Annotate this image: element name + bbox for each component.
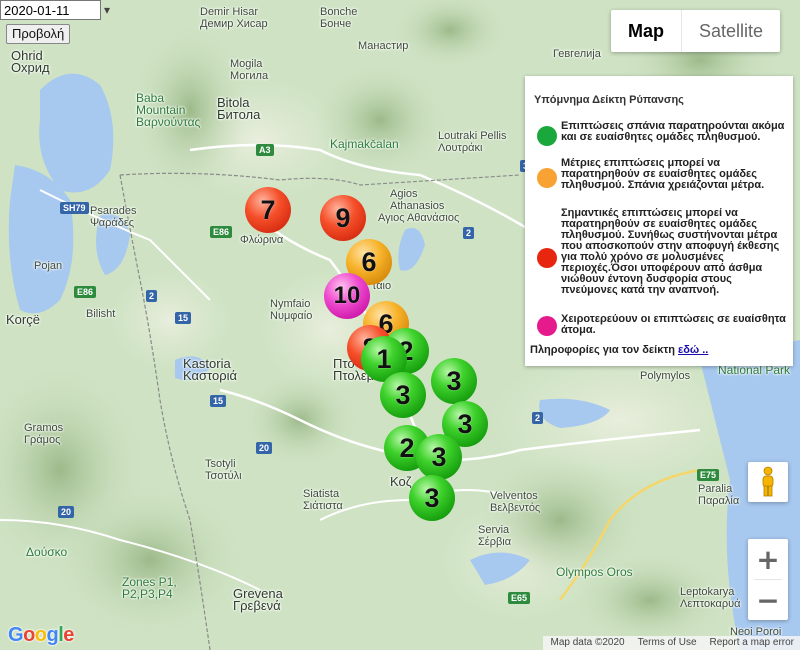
place-kozani: Κοζ — [390, 474, 412, 489]
place-bilisht: Bilisht — [86, 308, 116, 320]
map-type-control: Map Satellite — [611, 10, 781, 52]
place-olympos: Olympos Oros — [556, 565, 633, 579]
zoom-out-button[interactable]: − — [748, 580, 788, 620]
legend-info-text: Πληροφορίες για τον δείκτη — [530, 344, 675, 356]
calendar-dropdown-icon[interactable]: ▾ — [104, 3, 120, 18]
station-marker[interactable]: 10 — [324, 273, 370, 319]
place-dousko: Δούσκο — [26, 545, 68, 559]
road-shield-2: 2 — [146, 290, 158, 302]
place-kajmakcalan: Kajmakčalan — [330, 137, 399, 151]
legend-info: Πληροφορίες για τον δείκτη εδώ .. — [530, 344, 708, 356]
place-polymylos: Polymylos — [640, 370, 691, 382]
station-marker[interactable]: 3 — [409, 475, 455, 521]
map-type-satellite-button[interactable]: Satellite — [682, 10, 780, 52]
place-demir-hisar: Demir Hisar Демир Хисар — [200, 6, 268, 30]
date-input[interactable] — [0, 0, 101, 20]
zoom-in-button[interactable]: + — [748, 539, 788, 579]
station-marker[interactable]: 7 — [245, 187, 291, 233]
place-florina: Φλώρινα — [240, 234, 284, 246]
legend-color-dot — [537, 248, 557, 268]
road-shield-e86: E86 — [210, 226, 233, 238]
road-shield-15: 15 — [175, 312, 192, 324]
place-servia: Servia Σέρβια — [478, 524, 512, 548]
place-pojan: Pojan — [34, 260, 63, 272]
place-korce: Korçë — [6, 312, 40, 327]
legend-color-dot — [537, 316, 557, 336]
place-kastoria: Kastoria Καστοριά — [183, 356, 238, 383]
place-grevena: Grevena Γρεβενά — [233, 586, 283, 613]
road-shield-20b: 20 — [256, 442, 273, 454]
place-velventos: Velventos Βελβεντός — [490, 490, 541, 514]
legend-item-text: Σημαντικές επιπτώσεις μπορεί να παρατηρη… — [561, 207, 780, 296]
place-gevgelija: Гевгелија — [553, 48, 601, 60]
view-button[interactable]: Προβολή — [6, 24, 71, 44]
road-shield-15b: 15 — [210, 395, 227, 407]
pollution-legend: Υπόμνημα Δείκτη Ρύπανσης Επιπτώσεις σπάν… — [525, 76, 793, 366]
place-loutraki: Loutraki Pellis Λουτράκι — [438, 130, 507, 154]
station-marker[interactable]: 3 — [431, 358, 477, 404]
road-shield-2b: 2 — [463, 227, 475, 239]
legend-title: Υπόμνημα Δείκτη Ρύπανσης — [534, 94, 684, 106]
legend-color-dot — [537, 168, 557, 188]
place-baba-mountain: Baba Mountain Βαρνούντας — [136, 91, 201, 129]
place-bonche: Bonche Бонче — [320, 6, 358, 30]
map-type-map-button[interactable]: Map — [611, 10, 682, 52]
place-athanasios-gr: Αγιος Αθανάσιος — [378, 212, 460, 224]
place-manastir: Манастир — [358, 40, 409, 52]
google-logo[interactable]: Google — [8, 624, 74, 647]
road-shield-e86-b: E86 — [74, 286, 97, 298]
place-siatista: Siatista Σιάτιστα — [303, 488, 343, 512]
road-shield-2c: 2 — [532, 412, 544, 424]
place-mogila: Mogila Могила — [230, 58, 269, 82]
terms-link[interactable]: Terms of Use — [638, 636, 697, 650]
place-paralia: Paralia Παραλία — [698, 483, 740, 507]
road-shield-20: 20 — [58, 506, 75, 518]
station-marker[interactable]: 3 — [416, 434, 462, 480]
place-ohrid: Ohrid Охрид — [11, 48, 50, 75]
pegman-icon — [762, 466, 774, 497]
legend-item-text: Μέτριες επιπτώσεις μπορεί να παρατηρηθού… — [561, 157, 765, 191]
attribution-bar: Map data ©2020 Terms of Use Report a map… — [542, 636, 800, 650]
place-zones: Zones P1, P2,P3,P4 — [122, 575, 177, 601]
place-psarades: Psarades Ψαράδες — [90, 205, 137, 229]
zoom-control: + − — [748, 539, 788, 620]
map-data-text: Map data ©2020 — [550, 637, 625, 648]
legend-info-link[interactable]: εδώ .. — [678, 344, 708, 356]
legend-item-text: Χειροτερεύουν οι επιπτώσεις σε ευαίσθητα… — [561, 313, 786, 336]
legend-color-dot — [537, 126, 557, 146]
street-view-pegman-button[interactable] — [748, 462, 788, 502]
road-shield-e65: E65 — [508, 592, 531, 604]
place-nymfaio: Nymfaio Νυμφαίο — [270, 298, 313, 322]
station-marker[interactable]: 3 — [380, 372, 426, 418]
road-shield-sh79: SH79 — [60, 202, 89, 214]
road-shield-a3: A3 — [256, 144, 274, 156]
place-bitola: Bitola Битола — [217, 95, 261, 122]
place-tsotyli: Tsotyli Τσοτύλι — [205, 458, 242, 482]
place-leptokarya: Leptokarya Λεπτοκαρυά — [680, 586, 741, 610]
place-agios-athanasios: Agios Athanasios — [390, 188, 445, 212]
place-gramos: Gramos Γράμος — [24, 422, 64, 446]
report-error-link[interactable]: Report a map error — [710, 636, 794, 650]
legend-item-text: Επιπτώσεις σπάνια παρατηρούνται ακόμα κα… — [561, 120, 785, 143]
station-marker[interactable]: 9 — [320, 195, 366, 241]
road-shield-e75: E75 — [697, 469, 720, 481]
